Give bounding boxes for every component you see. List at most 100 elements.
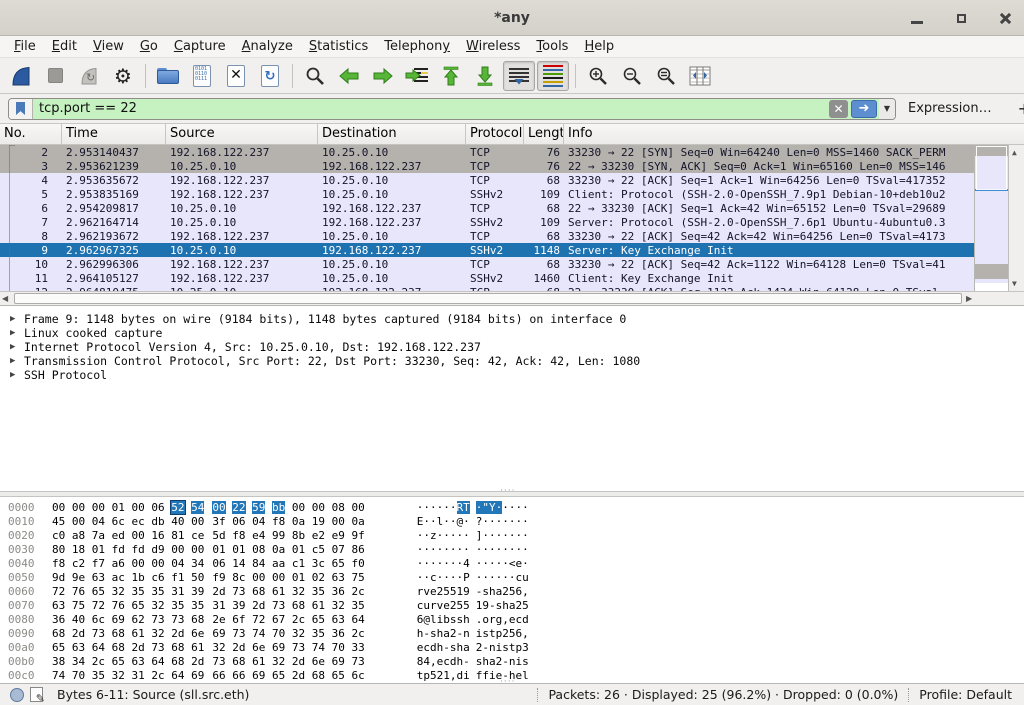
ascii-char[interactable]: · <box>423 557 430 570</box>
ascii-char[interactable]: 2 <box>502 627 509 640</box>
hex-byte[interactable]: 01 <box>112 501 125 514</box>
hex-byte[interactable]: 08 <box>252 543 265 556</box>
hex-byte[interactable]: 76 <box>72 585 85 598</box>
ascii-char[interactable]: · <box>509 543 516 556</box>
minimize-button[interactable] <box>906 7 928 29</box>
hex-byte[interactable]: 64 <box>352 613 365 626</box>
hex-byte[interactable]: 00 <box>332 515 345 528</box>
hex-byte[interactable]: 2e <box>212 613 225 626</box>
hex-byte[interactable]: d9 <box>151 543 164 556</box>
hex-byte[interactable]: 74 <box>312 641 325 654</box>
restart-capture-button[interactable]: ↻ <box>73 61 105 91</box>
ascii-char[interactable]: 5 <box>509 585 516 598</box>
hex-byte[interactable]: 70 <box>72 669 85 682</box>
hex-byte[interactable]: bb <box>272 501 285 514</box>
hex-byte[interactable]: 34 <box>191 557 204 570</box>
hex-byte[interactable]: 2d <box>191 655 204 668</box>
hex-byte[interactable]: 7a <box>92 529 105 542</box>
hex-byte[interactable]: 6e <box>252 641 265 654</box>
ascii-char[interactable]: 5 <box>430 669 437 682</box>
hex-byte[interactable]: 16 <box>151 529 164 542</box>
hex-byte[interactable]: 73 <box>232 585 245 598</box>
hex-byte[interactable]: 69 <box>112 613 125 626</box>
ascii-char[interactable]: · <box>430 515 437 528</box>
ascii-char[interactable]: · <box>482 571 489 584</box>
hex-byte[interactable]: 35 <box>171 599 184 612</box>
hex-byte[interactable]: 80 <box>52 543 65 556</box>
hex-byte[interactable]: 69 <box>252 669 265 682</box>
column-header-length[interactable]: Length <box>524 124 564 144</box>
ascii-char[interactable]: · <box>450 571 457 584</box>
detail-row[interactable]: ▶SSH Protocol <box>0 368 1024 382</box>
ascii-char[interactable]: c <box>423 641 430 654</box>
ascii-char[interactable]: · <box>502 543 509 556</box>
ascii-char[interactable]: · <box>443 529 450 542</box>
packet-row[interactable]: 32.95362123910.25.0.10192.168.122.237TCP… <box>0 159 1024 173</box>
packet-row[interactable]: 102.962996306192.168.122.23710.25.0.10TC… <box>0 257 1024 271</box>
ascii-char[interactable]: · <box>482 515 489 528</box>
reload-file-button[interactable]: ↻ <box>254 61 286 91</box>
hex-byte[interactable]: c6 <box>151 571 164 584</box>
hex-byte[interactable]: 68 <box>171 641 184 654</box>
hex-byte[interactable]: 2d <box>132 641 145 654</box>
ascii-char[interactable]: - <box>463 655 470 668</box>
hex-byte[interactable]: 04 <box>252 515 265 528</box>
hex-byte[interactable]: f8 <box>272 515 285 528</box>
ascii-char[interactable]: Y <box>489 501 496 514</box>
ascii-char[interactable]: @ <box>423 613 430 626</box>
save-file-button[interactable]: 010101100111 <box>186 61 218 91</box>
hex-byte[interactable]: 68 <box>112 641 125 654</box>
ascii-char[interactable]: l <box>522 669 529 682</box>
expert-info-icon[interactable] <box>10 688 24 702</box>
ascii-char[interactable]: 5 <box>463 599 470 612</box>
hex-byte[interactable]: 00 <box>132 557 145 570</box>
ascii-char[interactable]: , <box>430 655 437 668</box>
scroll-up-arrow-icon[interactable]: ▲ <box>1012 148 1017 157</box>
hex-byte[interactable]: 2d <box>292 655 305 668</box>
hex-byte[interactable]: 69 <box>332 655 345 668</box>
hex-byte[interactable]: 73 <box>212 655 225 668</box>
hex-byte[interactable]: 32 <box>272 655 285 668</box>
hex-byte[interactable]: 9f <box>352 529 365 542</box>
hex-byte[interactable]: 39 <box>232 599 245 612</box>
ascii-char[interactable]: 1 <box>443 669 450 682</box>
hex-byte[interactable]: c0 <box>52 529 65 542</box>
hex-byte[interactable]: 35 <box>151 585 164 598</box>
ascii-char[interactable]: · <box>489 557 496 570</box>
ascii-char[interactable]: · <box>489 543 496 556</box>
hex-byte[interactable]: 69 <box>212 627 225 640</box>
zoom-in-button[interactable] <box>582 61 614 91</box>
hex-byte[interactable]: 64 <box>151 655 164 668</box>
filter-apply-button[interactable]: ➜ <box>851 100 877 118</box>
ascii-char[interactable]: a <box>463 641 470 654</box>
hex-byte[interactable]: 70 <box>272 627 285 640</box>
auto-scroll-toggle[interactable] <box>503 61 535 91</box>
hex-byte[interactable]: 73 <box>292 641 305 654</box>
hex-byte[interactable]: 40 <box>72 613 85 626</box>
hex-byte[interactable]: 00 <box>171 543 184 556</box>
hex-byte[interactable]: 6f <box>232 613 245 626</box>
hex-byte[interactable]: 68 <box>252 585 265 598</box>
ascii-char[interactable]: · <box>423 543 430 556</box>
ascii-char[interactable]: · <box>509 529 516 542</box>
hex-byte[interactable]: 01 <box>92 543 105 556</box>
hex-byte[interactable]: 3f <box>212 515 225 528</box>
ascii-char[interactable]: · <box>522 529 529 542</box>
hex-byte[interactable]: ec <box>132 515 145 528</box>
hex-byte[interactable]: c1 <box>292 557 305 570</box>
hex-byte[interactable]: 38 <box>52 655 65 668</box>
ascii-char[interactable]: 2 <box>502 585 509 598</box>
expression-button[interactable]: Expression… <box>908 101 992 116</box>
hex-byte[interactable]: e9 <box>332 529 345 542</box>
ascii-char[interactable]: v <box>423 585 430 598</box>
ascii-char[interactable]: e <box>509 613 516 626</box>
ascii-char[interactable]: · <box>509 571 516 584</box>
ascii-char[interactable]: , <box>522 585 529 598</box>
hex-byte[interactable]: a8 <box>72 529 85 542</box>
menu-help[interactable]: Help <box>576 37 622 56</box>
start-capture-button[interactable] <box>5 61 37 91</box>
column-header-destination[interactable]: Destination <box>318 124 466 144</box>
ascii-char[interactable]: 2 <box>450 599 457 612</box>
hex-byte[interactable]: 00 <box>272 571 285 584</box>
hex-byte[interactable]: 45 <box>52 515 65 528</box>
